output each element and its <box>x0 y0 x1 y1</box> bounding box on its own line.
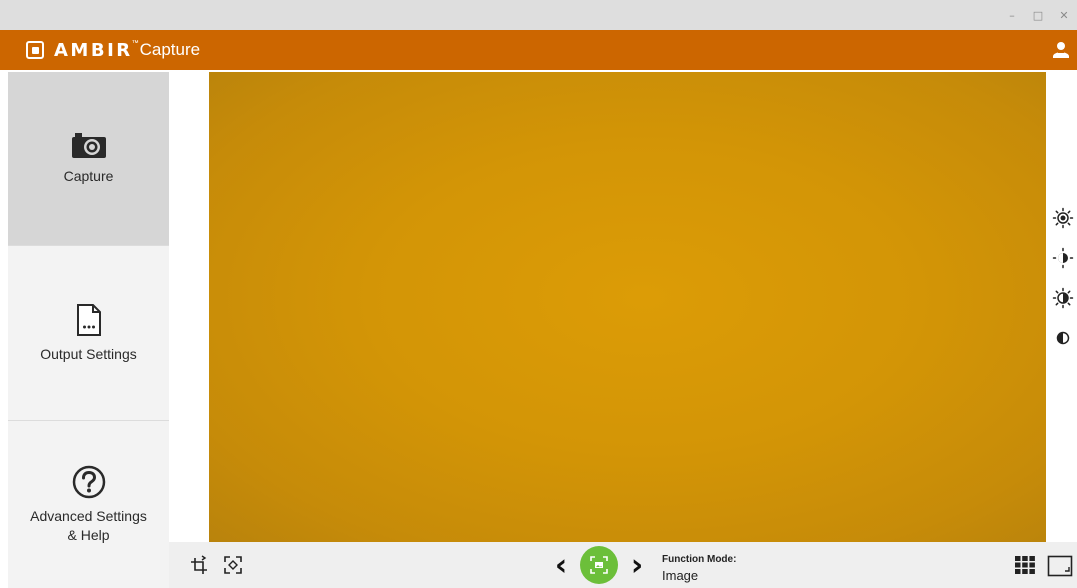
close-button[interactable]: ✕ <box>1051 0 1077 30</box>
auto-brightness-icon <box>1052 207 1074 229</box>
sidebar-item-output-settings[interactable]: Output Settings <box>8 245 169 420</box>
next-button[interactable]: › <box>627 548 647 583</box>
sidebar: Capture Output Settings Advanced Setting… <box>8 72 169 588</box>
fullscreen-icon <box>1047 555 1073 577</box>
camera-icon <box>71 133 106 158</box>
brightness-button[interactable] <box>1052 247 1074 269</box>
sidebar-item-capture[interactable]: Capture <box>8 72 169 245</box>
contrast-button[interactable] <box>1052 327 1074 349</box>
sidebar-item-label: Advanced Settings <box>30 507 147 524</box>
capture-image-icon <box>590 556 608 574</box>
preview-margin <box>169 72 209 542</box>
app-window: – □ ✕ AMBIR ™ Capture Capture Output Set… <box>0 0 1077 588</box>
auto-brightness-button[interactable] <box>1052 207 1074 229</box>
minimize-button[interactable]: – <box>999 0 1025 30</box>
camera-preview[interactable] <box>209 72 1046 542</box>
fullscreen-button[interactable] <box>1047 555 1073 577</box>
crop-rotate-button[interactable] <box>189 554 211 576</box>
function-mode-label: Function Mode: <box>662 554 737 565</box>
grid-view-icon <box>1015 556 1035 574</box>
exposure-button[interactable] <box>1052 287 1074 309</box>
window-controls: – □ ✕ <box>999 0 1077 30</box>
document-icon <box>76 303 101 336</box>
auto-crop-button[interactable] <box>222 554 244 576</box>
help-icon <box>72 465 105 498</box>
previous-button[interactable]: ‹ <box>551 548 571 583</box>
scanner-profile-icon[interactable] <box>1051 40 1071 60</box>
capture-shutter-button[interactable] <box>580 546 618 584</box>
app-logo-icon <box>26 41 44 59</box>
sidebar-item-label: Output Settings <box>40 345 137 362</box>
brightness-icon <box>1052 247 1074 269</box>
function-mode-value[interactable]: Image <box>662 568 698 583</box>
sidebar-item-label: & Help <box>67 526 110 543</box>
bottom-toolbar: ‹ › Function Mode: Image <box>169 542 1077 588</box>
product-name: Capture <box>139 40 201 59</box>
brand-header: AMBIR ™ Capture <box>0 30 1077 70</box>
auto-crop-icon <box>224 556 242 574</box>
exposure-icon <box>1052 287 1074 309</box>
crop-rotate-icon <box>191 555 207 574</box>
sidebar-item-label: Capture <box>63 168 114 184</box>
contrast-icon <box>1056 331 1070 345</box>
brand-name: AMBIR <box>54 39 133 61</box>
title-bar: – □ ✕ <box>0 0 1077 30</box>
sidebar-item-advanced-settings-help[interactable]: Advanced Settings & Help <box>8 420 169 588</box>
maximize-button[interactable]: □ <box>1025 0 1051 30</box>
trademark-mark: ™ <box>131 40 139 47</box>
grid-view-button[interactable] <box>1014 555 1036 575</box>
